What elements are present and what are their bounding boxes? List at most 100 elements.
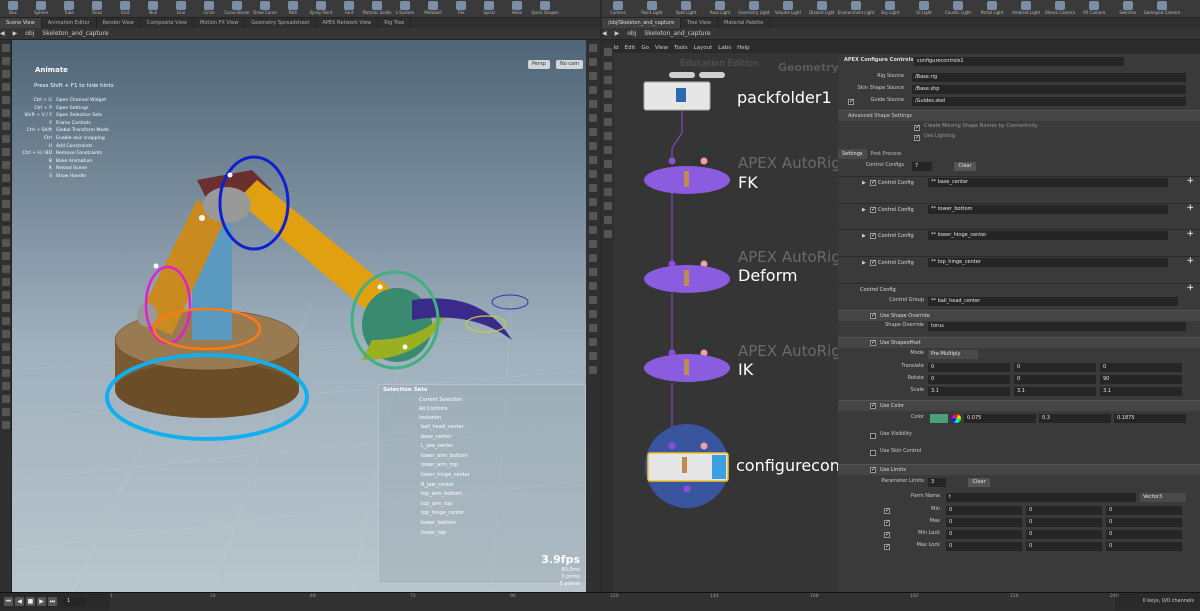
- color-wheel-icon[interactable]: [952, 414, 961, 423]
- shelf-tool[interactable]: Environment Light: [838, 0, 874, 17]
- limit-value[interactable]: 0: [1106, 542, 1182, 551]
- shelf-tool[interactable]: Line: [168, 0, 194, 17]
- selection-set-item[interactable]: tower_top: [421, 530, 446, 536]
- shelf-tool[interactable]: Spray Paint: [308, 0, 334, 17]
- strip-tool-icon[interactable]: [604, 76, 612, 84]
- node-ik[interactable]: IK: [738, 360, 753, 379]
- all-controls[interactable]: All Controls: [419, 406, 447, 412]
- shelf-tool[interactable]: Circle: [196, 0, 222, 17]
- pane-tab[interactable]: Tree View: [681, 18, 719, 28]
- shelf-tool[interactable]: Volume Light: [772, 0, 804, 17]
- strip-tool-icon[interactable]: [2, 278, 10, 286]
- color-b[interactable]: 0.1875: [1114, 414, 1186, 423]
- strip-tool-icon[interactable]: [589, 310, 597, 318]
- strip-tool-icon[interactable]: [589, 184, 597, 192]
- shelf-tool[interactable]: Spiral: [476, 0, 502, 17]
- shelf-tool[interactable]: Portal Light: [976, 0, 1008, 17]
- tab-post-process[interactable]: Post Process: [867, 149, 906, 159]
- shelf-tool[interactable]: Draw Curve: [252, 0, 278, 17]
- strip-tool-icon[interactable]: [604, 118, 612, 126]
- guide-source-checkbox[interactable]: [848, 98, 854, 105]
- selection-set-item[interactable]: top_arm_bottom: [421, 491, 462, 497]
- control-config-row[interactable]: ▶ Control Config ** tower_bottom +: [838, 202, 1200, 215]
- strip-tool-icon[interactable]: [589, 240, 597, 248]
- strip-tool-icon[interactable]: [589, 100, 597, 108]
- strip-tool-icon[interactable]: [2, 408, 10, 416]
- node-fk[interactable]: FK: [738, 173, 758, 192]
- strip-tool-icon[interactable]: [2, 135, 10, 143]
- shelf-tool[interactable]: Path: [280, 0, 306, 17]
- selection-set-item[interactable]: top_arm_top: [421, 501, 452, 507]
- pane-tab[interactable]: APEX Network View: [316, 18, 379, 28]
- selection-set-item[interactable]: lower_hinge_center: [421, 472, 470, 478]
- strip-tool-icon[interactable]: [604, 188, 612, 196]
- strip-tool-icon[interactable]: [2, 239, 10, 247]
- shelf-tool[interactable]: File: [448, 0, 474, 17]
- network-menu-item[interactable]: Labs: [718, 45, 731, 51]
- strip-tool-icon[interactable]: [2, 356, 10, 364]
- add-config-icon[interactable]: +: [1186, 176, 1194, 186]
- stop-icon[interactable]: ■: [26, 597, 35, 606]
- strip-tool-icon[interactable]: [2, 343, 10, 351]
- back-icon[interactable]: ◀: [0, 30, 5, 37]
- strip-tool-icon[interactable]: [604, 146, 612, 154]
- limit-checkbox[interactable]: [884, 531, 890, 538]
- strip-tool-icon[interactable]: [589, 142, 597, 150]
- translate-component[interactable]: 0: [928, 363, 1010, 372]
- strip-tool-icon[interactable]: [2, 148, 10, 156]
- strip-tool-icon[interactable]: [589, 324, 597, 332]
- limit-value[interactable]: 0: [1026, 518, 1102, 527]
- control-config-row[interactable]: ▶ Control Config ** base_center +: [838, 176, 1200, 188]
- strip-tool-icon[interactable]: [589, 44, 597, 52]
- limit-checkbox[interactable]: [884, 507, 890, 514]
- back-icon[interactable]: ◀: [602, 30, 607, 37]
- current-selection[interactable]: Current Selection: [419, 397, 462, 403]
- strip-tool-icon[interactable]: [2, 161, 10, 169]
- control-config-open[interactable]: Control Config +: [838, 283, 1200, 295]
- shelf-tool[interactable]: Torus: [84, 0, 110, 17]
- control-config-row[interactable]: ▶ Control Config ** lower_hinge_center +: [838, 229, 1200, 241]
- expand-icon[interactable]: ▶: [862, 180, 866, 186]
- config-enable-checkbox[interactable]: [870, 232, 876, 239]
- strip-tool-icon[interactable]: [589, 114, 597, 122]
- create-missing-checkbox[interactable]: [914, 124, 920, 131]
- play-icon[interactable]: ▶: [37, 597, 46, 606]
- strip-tool-icon[interactable]: [2, 174, 10, 182]
- network-menu-item[interactable]: Help: [737, 45, 750, 51]
- translate-component[interactable]: 0: [1014, 363, 1096, 372]
- limit-value[interactable]: 0: [946, 506, 1022, 515]
- strip-tool-icon[interactable]: [589, 352, 597, 360]
- strip-tool-icon[interactable]: [2, 304, 10, 312]
- limit-checkbox[interactable]: [884, 543, 890, 550]
- network-view[interactable]: Education Edition Geometry packfolder1 A…: [614, 53, 838, 592]
- strip-tool-icon[interactable]: [2, 421, 10, 429]
- selection-set-item[interactable]: ball_head_center: [421, 424, 464, 430]
- strip-tool-icon[interactable]: [604, 202, 612, 210]
- limit-value[interactable]: 0: [1106, 530, 1182, 539]
- selection-set-item[interactable]: top_hinge_center: [421, 510, 464, 516]
- strip-tool-icon[interactable]: [2, 109, 10, 117]
- control-configs-count[interactable]: 7: [912, 162, 932, 171]
- selection-set-item[interactable]: tower_bottom: [421, 520, 456, 526]
- shelf-tool[interactable]: Switcher: [1112, 0, 1144, 17]
- pane-tab[interactable]: Composite View: [141, 18, 194, 28]
- persp-menu[interactable]: Persp: [528, 60, 550, 69]
- selection-set-item[interactable]: base_center: [421, 434, 452, 440]
- network-menu-item[interactable]: Tools: [674, 45, 688, 51]
- strip-tool-icon[interactable]: [2, 187, 10, 195]
- strip-tool-icon[interactable]: [589, 128, 597, 136]
- strip-tool-icon[interactable]: [2, 330, 10, 338]
- path-node[interactable]: Skeleton_and_capture: [42, 30, 108, 37]
- limit-value[interactable]: 0: [1026, 506, 1102, 515]
- shelf-tool[interactable]: Tube: [56, 0, 82, 17]
- tab-settings[interactable]: Settings: [838, 149, 867, 159]
- network-menu-item[interactable]: View: [655, 45, 668, 51]
- limit-value[interactable]: 0: [946, 518, 1022, 527]
- network-menu-item[interactable]: Layout: [694, 45, 713, 51]
- node-name-field[interactable]: configurecontrols1: [914, 57, 1124, 66]
- use-shapeoffset-checkbox[interactable]: [870, 339, 876, 346]
- limit-checkbox[interactable]: [884, 519, 890, 526]
- limit-value[interactable]: 0: [946, 530, 1022, 539]
- shelf-tool[interactable]: Null: [140, 0, 166, 17]
- rig-source-field[interactable]: /Base.rig: [912, 73, 1186, 82]
